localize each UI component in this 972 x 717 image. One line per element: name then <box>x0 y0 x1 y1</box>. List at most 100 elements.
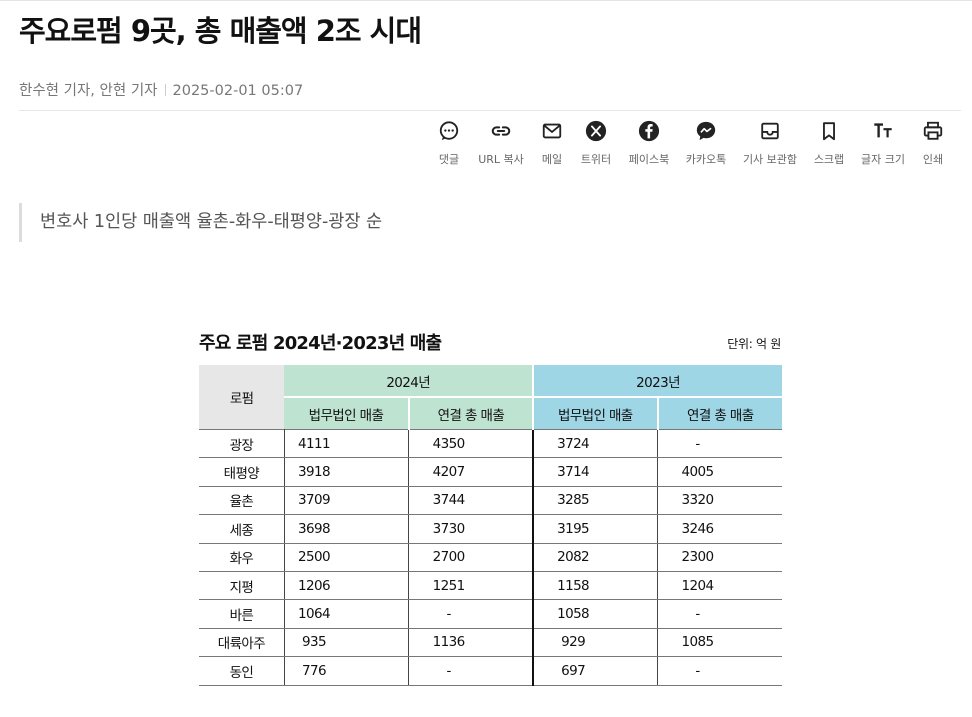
sales-2023-total-value: 4005 <box>681 464 715 481</box>
sales-2023-firm-value: 697 <box>561 662 586 679</box>
text-size-icon <box>874 123 892 138</box>
header-2023-firm-sales: 법무법인 매출 <box>532 397 658 430</box>
sales-2024-firm-value: 3709 <box>298 492 331 509</box>
sales-2024-total-value: 3744 <box>432 492 466 509</box>
sales-2024-firm-value: 3698 <box>298 520 331 537</box>
sales-2023-total-cell: 3246 <box>657 514 782 544</box>
firm-name-value: 태평양 <box>223 466 260 483</box>
article-subheadline: 변호사 1인당 매출액 율촌-화우-태평양-광장 순 <box>19 203 382 242</box>
sales-2023-firm-cell: 2082 <box>533 543 659 572</box>
figure-title: 주요 로펌 2024년·2023년 매출 <box>199 333 442 354</box>
link-icon <box>491 126 511 136</box>
table-row: 태평양 3918 4207 3714 4005 <box>199 457 782 487</box>
sales-2024-firm-value: 1206 <box>298 577 331 594</box>
archive-label: 기사 보관함 <box>742 153 798 166</box>
sales-2024-total-cell: - <box>408 656 535 686</box>
table-row: 화우 2500 2700 2082 2300 <box>199 543 782 572</box>
table-row: 대륙아주 935 1136 929 1085 <box>199 628 782 658</box>
sales-2023-firm-cell: 1058 <box>533 599 659 629</box>
print-button[interactable]: 인쇄 <box>895 120 971 167</box>
sales-2023-total-value: - <box>695 606 700 623</box>
sales-2023-firm-cell: 3285 <box>533 486 659 516</box>
twitter-label: 트위터 <box>580 153 612 166</box>
print-icon <box>923 121 943 140</box>
sales-2023-firm-cell: 1158 <box>533 571 659 601</box>
firm-name-cell: 대륙아주 <box>199 628 285 658</box>
table-row: 바른 1064 - 1058 - <box>199 599 782 629</box>
sales-2023-total-value: 3320 <box>681 492 715 509</box>
sales-2024-firm-cell: 2500 <box>284 543 410 572</box>
sales-2023-firm-cell: 929 <box>533 628 659 658</box>
table-row: 동인 776 - 697 - <box>199 656 782 686</box>
byline-datetime: 2025-02-01 05:07 <box>172 83 304 99</box>
archive-tray-icon <box>761 122 779 140</box>
sales-2023-total-value: - <box>695 662 700 679</box>
firm-name-cell: 광장 <box>199 428 285 459</box>
firm-name-cell: 세종 <box>199 514 285 544</box>
header-2024-firm-sales: 법무법인 매출 <box>284 397 409 430</box>
sales-2024-total-cell: 4207 <box>408 457 535 487</box>
sales-2024-firm-value: 776 <box>302 662 327 679</box>
firm-name-cell: 화우 <box>199 543 285 572</box>
sales-2024-firm-value: 1064 <box>298 606 331 623</box>
sales-2023-firm-value: 929 <box>561 634 586 651</box>
sales-2023-firm-cell: 3714 <box>533 457 659 487</box>
sales-2023-total-cell: - <box>657 428 782 459</box>
sales-2024-total-value: 1136 <box>432 634 466 651</box>
byline-separator <box>164 84 166 96</box>
sales-2024-total-cell: 1136 <box>408 628 535 658</box>
firm-name-value: 율촌 <box>229 494 254 511</box>
top-rule <box>0 0 972 5</box>
byline-authors: 한수현 기자, 안현 기자 <box>19 83 158 99</box>
header-year-2024: 2024년 <box>284 365 534 398</box>
article-headline: 주요로펌 9곳, 총 매출액 2조 시대 <box>19 14 422 48</box>
firm-name-value: 대륙아주 <box>217 636 266 653</box>
sales-2024-firm-cell: 935 <box>284 628 410 658</box>
figure-unit: 단위: 억 원 <box>727 337 781 351</box>
sales-2024-firm-cell: 1064 <box>284 599 410 629</box>
sales-2023-total-cell: - <box>657 656 782 686</box>
byline-divider <box>19 110 961 111</box>
byline: 한수현 기자, 안현 기자 2025-02-01 05:07 <box>19 79 303 100</box>
sales-2023-total-cell: 1204 <box>657 571 782 601</box>
firm-name-value: 지평 <box>229 579 254 596</box>
table-row: 광장 4111 4350 3724 - <box>199 428 782 459</box>
sales-2023-firm-cell: 3195 <box>533 514 659 544</box>
sales-2024-firm-value: 935 <box>302 634 327 651</box>
firm-name-cell: 태평양 <box>199 457 285 487</box>
sales-2024-total-value: 2700 <box>432 549 466 566</box>
sales-2024-total-cell: - <box>408 599 535 629</box>
sales-2024-total-value: 3730 <box>432 520 466 537</box>
sales-2024-total-value: 4207 <box>432 464 466 481</box>
firm-name-cell: 지평 <box>199 571 285 601</box>
sales-2024-firm-cell: 4111 <box>284 428 410 459</box>
sales-2023-total-cell: 1085 <box>657 628 782 658</box>
sales-2023-firm-cell: 3724 <box>533 428 659 459</box>
facebook-label: 페이스북 <box>628 153 670 166</box>
bookmark-icon <box>823 122 835 141</box>
firm-name-cell: 율촌 <box>199 486 285 516</box>
sales-2023-total-value: 2300 <box>681 549 715 566</box>
sales-2024-total-value: 1251 <box>432 577 466 594</box>
scrap-label: 스크랩 <box>813 153 845 166</box>
sales-2023-firm-value: 3195 <box>557 520 590 537</box>
sales-2023-firm-value: 1158 <box>557 577 590 594</box>
table-row: 율촌 3709 3744 3285 3320 <box>199 486 782 516</box>
sales-2023-total-cell: 3320 <box>657 486 782 516</box>
firm-name-value: 화우 <box>229 551 254 568</box>
x-twitter-icon <box>585 120 607 142</box>
header-2023-total-sales: 연결 총 매출 <box>656 397 782 430</box>
sales-2024-total-cell: 2700 <box>408 543 535 572</box>
sales-2023-firm-value: 3285 <box>557 492 590 509</box>
sales-2024-firm-cell: 3698 <box>284 514 410 544</box>
sales-table: 로펌 2024년 2023년 법무법인 매출 연결 총 매출 법무법인 매출 연… <box>199 365 782 686</box>
sales-2023-firm-value: 3714 <box>557 464 590 481</box>
sales-2024-firm-value: 3918 <box>298 464 331 481</box>
print-label: 인쇄 <box>922 153 944 166</box>
sales-2024-firm-cell: 776 <box>284 656 410 686</box>
sales-2024-total-cell: 4350 <box>408 428 535 459</box>
firm-name-value: 바른 <box>229 608 254 625</box>
sales-2024-firm-cell: 3709 <box>284 486 410 516</box>
sales-2024-firm-value: 2500 <box>298 549 331 566</box>
sales-2023-firm-value: 3724 <box>557 435 590 452</box>
